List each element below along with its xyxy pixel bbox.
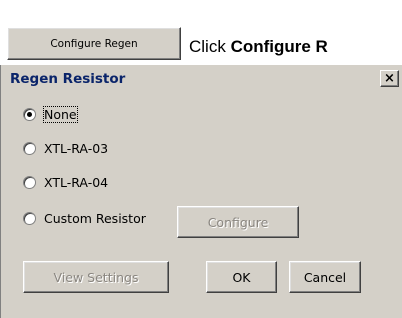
close-button[interactable]: ×	[380, 70, 399, 87]
radio-label-xtl-ra-04: XTL-RA-04	[44, 175, 109, 190]
radio-label-none: None	[43, 106, 78, 123]
radio-button-xtl-ra-04[interactable]	[23, 176, 36, 189]
screenshot-root: Configure Regen Click Configure R Regen …	[0, 0, 402, 318]
dialog-title: Regen Resistor	[10, 71, 126, 87]
radio-label-xtl-ra-03: XTL-RA-03	[44, 141, 109, 156]
radio-button-custom-resistor[interactable]	[23, 212, 36, 225]
ok-button[interactable]: OK	[206, 261, 277, 293]
instruction-bold: Configure R	[230, 37, 328, 56]
radio-label-custom-resistor: Custom Resistor	[44, 211, 146, 226]
cancel-button[interactable]: Cancel	[289, 261, 361, 293]
instruction-prefix: Click	[189, 37, 231, 56]
radio-button-xtl-ra-03[interactable]	[23, 142, 36, 155]
radio-xtl-ra-04[interactable]: XTL-RA-04	[23, 175, 108, 190]
configure-button[interactable]: Configure	[177, 206, 299, 238]
configure-regen-button[interactable]: Configure Regen	[7, 27, 181, 60]
close-icon: ×	[384, 71, 395, 86]
regen-resistor-dialog: Regen Resistor × None XTL-RA-03 XTL-RA-0…	[0, 65, 402, 318]
view-settings-button[interactable]: View Settings	[23, 261, 169, 293]
dialog-titlebar: Regen Resistor ×	[2, 65, 402, 90]
radio-button-none[interactable]	[23, 108, 36, 121]
radio-none[interactable]: None	[23, 106, 78, 123]
radio-custom-resistor[interactable]: Custom Resistor	[23, 211, 146, 226]
radio-xtl-ra-03[interactable]: XTL-RA-03	[23, 141, 108, 156]
instruction-text: Click Configure R	[189, 37, 328, 57]
